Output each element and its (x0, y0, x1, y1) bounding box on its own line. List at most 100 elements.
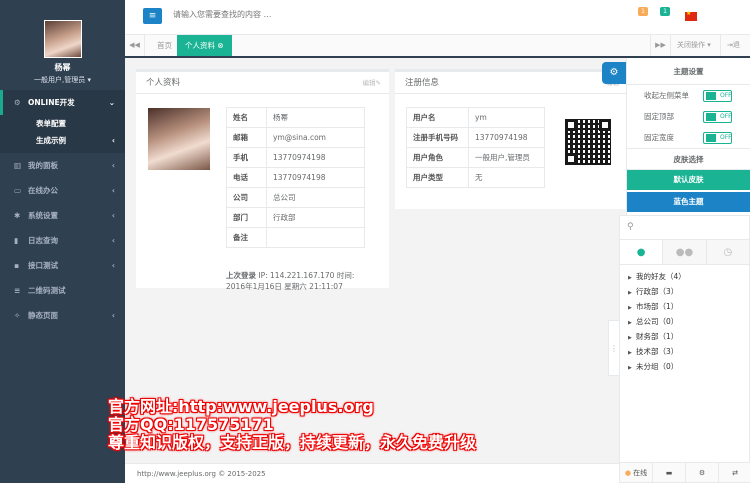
footer-link[interactable]: http://www.jeeplus.org (137, 470, 216, 478)
chat-panel: ⚲ ● ●● ◷ ▶ 我的好友（4） ▶ 行政部（3） ▶ 市场部（1） ▶ 总公司（0… (619, 215, 750, 483)
user-role-label: 一般用户,管理员 (34, 76, 86, 84)
field-value: ym@sina.com (266, 127, 365, 148)
edit-link[interactable]: 编辑✎ (363, 72, 381, 94)
watermark-line: 官方QQ:117575171 (108, 415, 274, 434)
double-left-icon: ◀◀ (129, 41, 140, 49)
table-row: 用户名 ym (406, 107, 545, 128)
table-row: 用户角色 一般用户,管理员 (406, 147, 545, 168)
sidebar-item-online-dev[interactable]: ⚙ ONLINE开发 ⌄ (0, 90, 125, 115)
sidebar-item-label: 日志查询 (28, 236, 58, 245)
list-item[interactable]: ▶ 总公司（0） (620, 314, 749, 329)
chat-exchange-button[interactable]: ⇄ (719, 463, 750, 482)
table-row: 电话 13770974198 (226, 167, 365, 188)
tab-scroll-right-button[interactable]: ▶▶ (650, 35, 670, 56)
table-row: 用户类型无 (406, 167, 545, 188)
tab-history[interactable]: ◷ (706, 240, 749, 264)
language-flag-icon[interactable] (685, 10, 697, 21)
last-login-time-label: 时间: (336, 271, 355, 280)
list-item[interactable]: ▶ 未分组（0） (620, 359, 749, 374)
group-label: 市场部（1） (636, 302, 679, 311)
watermark-line: 尊重知识版权，支持正版，持续更新，永久免费升级 (108, 433, 477, 452)
skin-blue-button[interactable]: 蓝色主题 (627, 192, 750, 212)
fixed-width-toggle[interactable]: OFF (703, 132, 732, 144)
message-badge[interactable]: 1 (638, 7, 648, 16)
sidebar-subitem-gen-example[interactable]: 生成示例 ‹ (0, 132, 125, 149)
theme-settings-toggle[interactable]: ⚙ (602, 62, 626, 84)
user-role-dropdown[interactable]: 一般用户,管理员 ▾ (0, 75, 125, 85)
field-value: 13770974198 (266, 167, 365, 188)
sidebar-item-label: 系统设置 (28, 211, 58, 220)
avatar[interactable] (43, 20, 82, 58)
field-value: 一般用户,管理员 (468, 147, 545, 168)
theme-settings-panel: 主题设置 收起左侧菜单 OFF 固定顶部 OFF 固定宽度 OFF 皮肤选择 默认皮肤… (626, 58, 750, 220)
chat-search[interactable]: ⚲ (620, 216, 749, 240)
tab-home[interactable]: 首页 (149, 35, 180, 56)
search-icon: ⚲ (627, 222, 634, 232)
caret-right-icon: ▶ (628, 365, 632, 371)
sidebar-item-my-panel[interactable]: ▥ 我的面板 ‹ (0, 153, 125, 178)
field-label: 姓名 (226, 107, 267, 128)
table-row: 备注 (226, 227, 365, 248)
close-operations-dropdown[interactable]: 关闭操作 ▾ (670, 35, 717, 56)
option-label: 收起左侧菜单 (644, 91, 689, 100)
logout-button[interactable]: ⇥退出 (720, 35, 750, 70)
sidebar-subitem-form-config[interactable]: 表单配置 (0, 115, 125, 132)
qr-corner (599, 119, 611, 131)
topbar: ≡ 1 1 (125, 0, 750, 35)
chat-settings-button[interactable]: ⚙ (686, 463, 719, 482)
tab-scroll-left-button[interactable]: ◀◀ (125, 35, 145, 56)
notification-badge[interactable]: 1 (660, 7, 670, 16)
sidebar-item-api-test[interactable]: ▪ 接口测试 ‹ (0, 253, 125, 278)
list-item[interactable]: ▶ 技术部（3） (620, 344, 749, 359)
field-label: 公司 (226, 187, 267, 208)
chevron-left-icon: ‹ (111, 136, 115, 145)
option-label: 固定宽度 (644, 133, 674, 142)
toggle-menu-button[interactable]: ≡ (143, 8, 162, 24)
chevron-left-icon: ‹ (111, 161, 115, 170)
group-label: 总公司（0） (636, 317, 679, 326)
sidebar-item-label: 静态页面 (28, 311, 58, 320)
profile-table: 姓名 杨幂 邮箱 ym@sina.com 手机 13770974198 电话 13770… (226, 107, 365, 248)
tab-friends[interactable]: ● (620, 240, 664, 264)
profile-panel: 个人资料 编辑✎ 姓名 杨幂 邮箱 ym@sina.com 手机 13770974198… (136, 69, 389, 291)
collapse-menu-toggle[interactable]: OFF (703, 90, 732, 102)
theme-option-fixed-width: 固定宽度 OFF (627, 127, 750, 148)
qr-code (565, 119, 611, 165)
qr-corner (565, 153, 577, 165)
chevron-left-icon: ‹ (111, 261, 115, 270)
status-dot-icon: ● (624, 469, 631, 477)
sidebar-subitem-label: 表单配置 (36, 119, 66, 128)
group-list: ▶ 我的好友（4） ▶ 行政部（3） ▶ 市场部（1） ▶ 总公司（0） ▶ 财务部（1）… (620, 265, 749, 374)
tab-groups[interactable]: ●● (663, 240, 707, 264)
list-item[interactable]: ▶ 财务部（1） (620, 329, 749, 344)
list-item[interactable]: ▶ 行政部（3） (620, 284, 749, 299)
register-panel: 注册信息编辑 用户名ym 注册手机号码13770974198 用户角色一般用户,… (395, 69, 627, 209)
chat-button[interactable]: ▬ (653, 463, 686, 482)
chat-footer: ● 在线 ▬ ⚙ ⇄ (620, 462, 750, 482)
tab-label: 个人资料 (185, 41, 215, 50)
chat-collapse-handle[interactable]: ⋮ (608, 320, 619, 376)
group-label: 技术部（3） (636, 347, 679, 356)
sidebar-item-label: 二维码测试 (28, 286, 66, 295)
tab-profile[interactable]: 个人资料 ⊗ (177, 35, 232, 56)
sidebar-item-settings[interactable]: ✱ 系统设置 ‹ (0, 203, 125, 228)
sidebar-item-static[interactable]: ✧ 静态页面 ‹ (0, 303, 125, 328)
option-label: 固定顶部 (644, 112, 674, 121)
list-item[interactable]: ▶ 市场部（1） (620, 299, 749, 314)
field-value: 杨幂 (266, 107, 365, 128)
watermark-text: 官方网址:http:www.jeeplus.org 官方QQ:117575171… (108, 398, 476, 452)
sidebar-item-logs[interactable]: ▮ 日志查询 ‹ (0, 228, 125, 253)
field-label: 用户角色 (406, 147, 469, 168)
online-status-button[interactable]: ● 在线 (620, 463, 653, 482)
sidebar-item-office[interactable]: ▭ 在线办公 ‹ (0, 178, 125, 203)
chevron-down-icon: ⌄ (108, 98, 115, 107)
sidebar-item-qrcode[interactable]: ≡ 二维码测试 (0, 278, 125, 303)
list-item[interactable]: ▶ 我的好友（4） (620, 269, 749, 284)
theme-option-collapse-menu: 收起左侧菜单 OFF (627, 85, 750, 106)
close-icon[interactable]: ⊗ (217, 41, 223, 50)
grip-icon: ⋮ (610, 344, 618, 353)
fixed-top-toggle[interactable]: OFF (703, 111, 732, 123)
search-input[interactable] (173, 10, 373, 19)
skin-default-button[interactable]: 默认皮肤 (627, 170, 750, 190)
wrench-icon: ✎ (375, 79, 381, 87)
